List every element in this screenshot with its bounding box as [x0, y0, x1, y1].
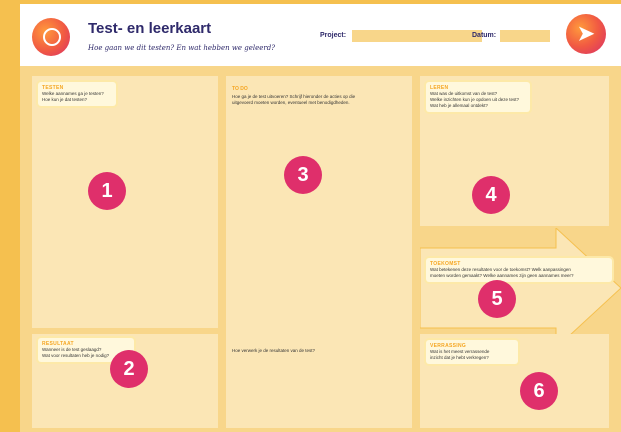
toekomst-line-2: moeten worden gemaakt? Welke aannames zi…	[430, 273, 574, 278]
project-field[interactable]	[352, 30, 482, 42]
leren-line-3: Wat heb je allemaal ontdekt?	[430, 103, 488, 108]
verrassing-line-2: inzicht dat je hebt verkregen?	[430, 355, 489, 360]
datum-field[interactable]	[500, 30, 550, 42]
datum-label: Datum:	[472, 32, 497, 39]
tag-testen: TESTEN Welke aannames ga je testen? Hoe …	[38, 82, 116, 106]
brand-logo-icon: ➤	[566, 14, 606, 54]
panel-testen: TESTEN Welke aannames ga je testen? Hoe …	[32, 76, 218, 328]
panel-verrassing: VERRASSING Wat is het meest verrassende …	[420, 334, 609, 428]
tag-leren: LEREN Wat was de uitkomst van de test? W…	[426, 82, 530, 112]
page-subtitle: Hoe gaan we dit testen? En wat hebben we…	[88, 44, 275, 52]
step-number-6: 6	[520, 372, 558, 410]
toekomst-arrow-shape	[420, 228, 621, 348]
step-number-3: 3	[284, 156, 322, 194]
panel-leren: LEREN Wat was de uitkomst van de test? W…	[420, 76, 609, 226]
tag-verrassing: VERRASSING Wat is het meest verrassende …	[426, 340, 518, 364]
todo-question-2: Hoe verwerk je de resultaten van de test…	[232, 348, 316, 353]
step-number-1: 1	[88, 172, 126, 210]
todo-title: TO DO	[232, 86, 248, 92]
panel-todo: TO DO Hoe ga je de test uitvoeren? Schri…	[226, 76, 412, 428]
step-number-2: 2	[110, 350, 148, 388]
testen-line-2: Hoe kun je dat testen?	[42, 97, 88, 102]
panel-resultaat: RESULTAAT Wanneer is de test geslaagd? W…	[32, 334, 218, 428]
step-number-5: 5	[478, 280, 516, 318]
cycle-logo-icon	[32, 18, 70, 56]
tag-toekomst: TOEKOMST Wat betekenen deze resultaten v…	[426, 258, 612, 282]
page-title: Test- en leerkaart	[88, 20, 212, 37]
header: Test- en leerkaart Hoe gaan we dit teste…	[20, 4, 621, 66]
todo-line-2: uitgevoerd moeten worden, eventueel met …	[232, 100, 350, 105]
project-label: Project:	[320, 32, 347, 39]
step-number-4: 4	[472, 176, 510, 214]
canvas-sheet: Test- en leerkaart Hoe gaan we dit teste…	[20, 4, 621, 432]
